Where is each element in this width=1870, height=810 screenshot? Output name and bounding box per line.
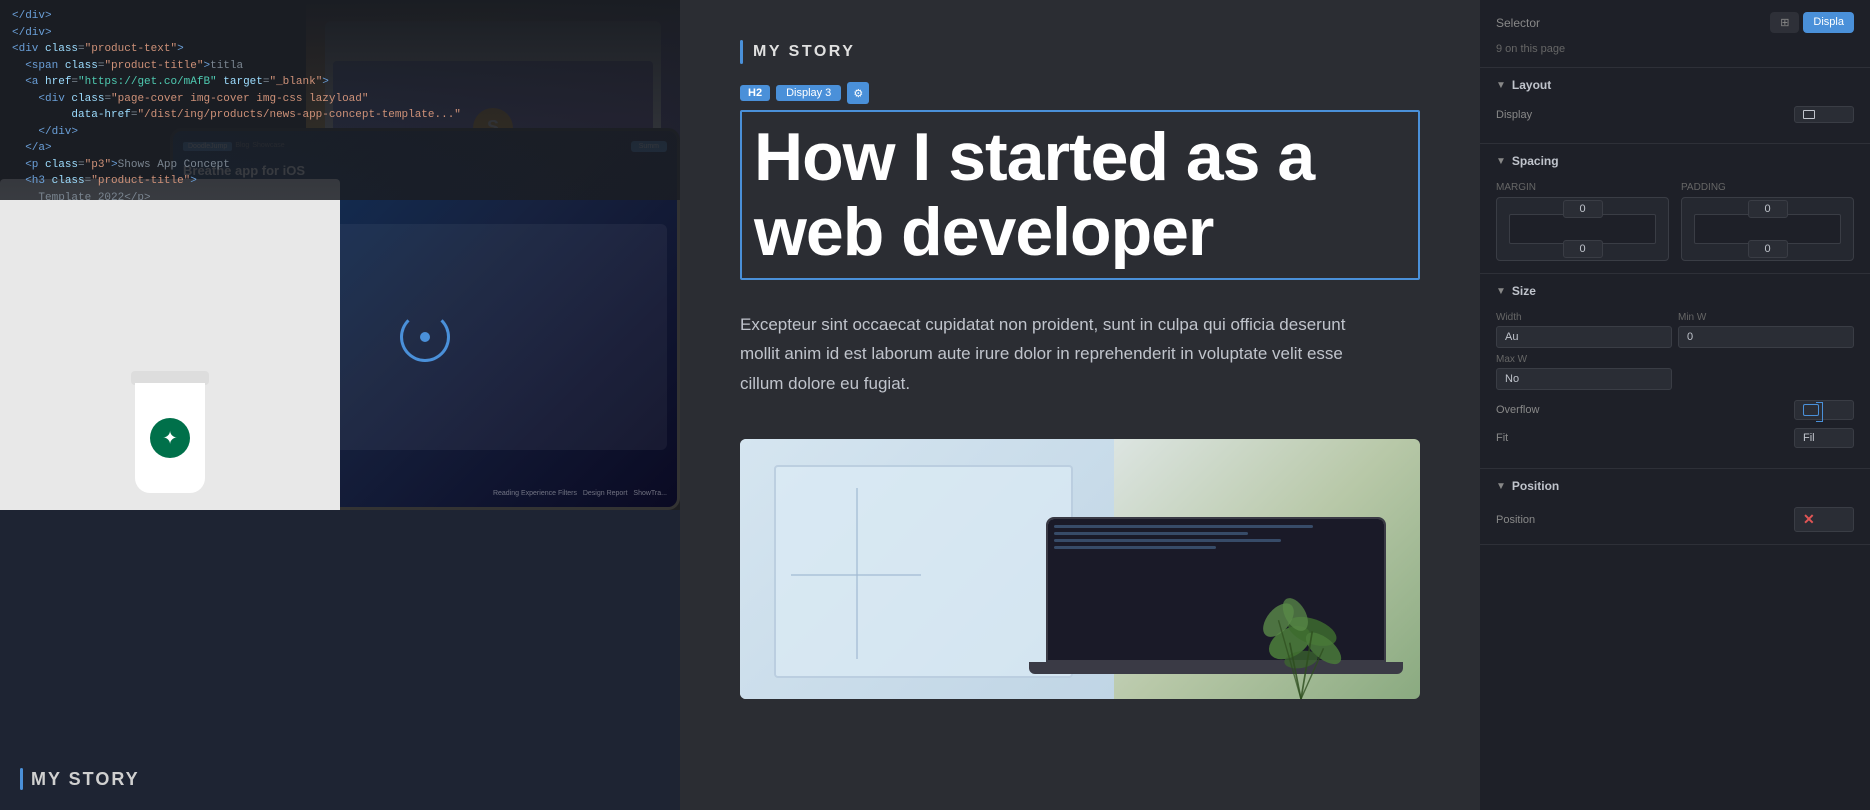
size-section-title: Size (1512, 284, 1536, 298)
max-w-label: Max W (1496, 354, 1672, 365)
overflow-label: Overflow (1496, 404, 1539, 416)
right-panel-body[interactable]: ▼ Layout Display ▼ Spacing MARGIN (1480, 68, 1870, 810)
right-panel: Selector ⊞ Displa 9 on this page ▼ Layou… (1480, 0, 1870, 810)
position-row: Position ✕ (1496, 507, 1854, 532)
starbucks-image: ✦ (0, 179, 340, 511)
plant-container (1182, 530, 1420, 699)
tag-badge[interactable]: H2 (740, 85, 770, 101)
min-w-value[interactable]: 0 (1678, 326, 1854, 348)
position-section-title: Position (1512, 479, 1559, 493)
selector-tab-grid[interactable]: ⊞ (1770, 12, 1799, 33)
story-header: MY STORY (740, 40, 1420, 64)
code-editor: </div> </div> <div class="product-text">… (0, 0, 680, 200)
overflow-row: Overflow (1496, 400, 1854, 420)
display-tab-label: Displa (1813, 16, 1844, 28)
margin-bottom-value[interactable]: 0 (1563, 240, 1603, 258)
overflow-icon (1803, 404, 1819, 416)
main-heading: How I started as a web developer (754, 120, 1406, 270)
layout-section-title: Layout (1512, 78, 1551, 92)
width-item: Width Au (1496, 312, 1672, 348)
settings-icon-btn[interactable]: ⚙ (847, 82, 869, 104)
chevron-down-icon-size: ▼ (1496, 286, 1506, 297)
padding-label: PADDING (1681, 182, 1854, 193)
bottom-image (740, 439, 1420, 699)
window-bars (791, 488, 921, 660)
starbucks-star-icon: ✦ (162, 428, 177, 449)
cup-body: ✦ (135, 383, 205, 493)
selector-label: Selector (1496, 16, 1540, 30)
story-title-main: MY STORY (753, 43, 855, 61)
layout-section-content: Display (1480, 100, 1870, 144)
position-section-content: Position ✕ (1480, 501, 1870, 545)
chevron-down-icon-position: ▼ (1496, 481, 1506, 492)
min-w-item: Min W 0 (1678, 312, 1854, 348)
window-frame (774, 465, 1073, 678)
padding-bottom-value[interactable]: 0 (1748, 240, 1788, 258)
story-slash-main (740, 40, 743, 64)
margin-top-value[interactable]: 0 (1563, 200, 1603, 218)
overflow-value[interactable] (1794, 400, 1854, 420)
left-panel: </div> </div> <div class="product-text">… (0, 0, 680, 810)
element-toolbar: H2 Display 3 ⚙ (740, 82, 1420, 104)
selector-tab-display[interactable]: Displa (1803, 12, 1854, 33)
display-value[interactable] (1794, 106, 1854, 123)
my-story-label-left: MY STORY (20, 768, 660, 790)
position-section-header[interactable]: ▼ Position (1480, 469, 1870, 501)
spacing-section-title: Spacing (1512, 154, 1559, 168)
display-row: Display (1496, 106, 1854, 123)
chevron-down-icon-spacing: ▼ (1496, 156, 1506, 167)
spacing-section-header[interactable]: ▼ Spacing (1480, 144, 1870, 176)
position-label: Position (1496, 514, 1535, 526)
width-label: Width (1496, 312, 1672, 323)
cup-container: ✦ (34, 195, 306, 493)
on-this-page: 9 on this page (1496, 43, 1854, 55)
window-scene (740, 439, 1420, 699)
display-badge[interactable]: Display 3 (776, 85, 841, 101)
size-section-content: Width Au Min W 0 Max W No (1480, 306, 1870, 469)
fit-value[interactable]: Fil (1794, 428, 1854, 448)
body-text: Excepteur sint occaecat cupidatat non pr… (740, 310, 1360, 399)
size-section-header[interactable]: ▼ Size (1480, 274, 1870, 306)
story-slash-icon (20, 768, 23, 790)
laptop-screen-bar (1054, 525, 1313, 528)
display-label: Display (1496, 109, 1532, 121)
gear-icon: ⚙ (853, 87, 863, 100)
story-text-left: MY STORY (31, 769, 140, 790)
grid-icon: ⊞ (1780, 17, 1789, 29)
size-grid: Width Au Min W 0 Max W No (1496, 312, 1854, 390)
width-value[interactable]: Au (1496, 326, 1672, 348)
plant-svg (1182, 530, 1420, 699)
main-content: MY STORY H2 Display 3 ⚙ How I started as… (680, 0, 1480, 810)
x-icon: ✕ (1803, 511, 1815, 528)
selector-row: Selector ⊞ Displa (1496, 12, 1854, 33)
selector-tabs: ⊞ Displa (1770, 12, 1854, 33)
max-w-item: Max W No (1496, 354, 1672, 390)
left-panel-bottom: MY STORY (0, 510, 680, 810)
display-block-icon (1803, 110, 1815, 119)
max-w-value[interactable]: No (1496, 368, 1672, 390)
chevron-down-icon: ▼ (1496, 80, 1506, 91)
starbucks-logo: ✦ (150, 418, 190, 458)
selected-heading-wrapper[interactable]: How I started as a web developer (740, 110, 1420, 280)
window-bar-vertical (856, 488, 858, 660)
position-value[interactable]: ✕ (1794, 507, 1854, 532)
padding-top-value[interactable]: 0 (1748, 200, 1788, 218)
margin-label: MARGIN (1496, 182, 1669, 193)
spacing-section-content: MARGIN 0 0 (1480, 176, 1870, 274)
min-w-label: Min W (1678, 312, 1854, 323)
left-panel-top: </div> </div> <div class="product-text">… (0, 0, 680, 510)
fit-label: Fit (1496, 432, 1508, 444)
right-panel-header: Selector ⊞ Displa 9 on this page (1480, 0, 1870, 68)
layout-section-header[interactable]: ▼ Layout (1480, 68, 1870, 100)
fit-row: Fit Fil (1496, 428, 1854, 448)
tablet-circle-graphic (400, 312, 450, 362)
